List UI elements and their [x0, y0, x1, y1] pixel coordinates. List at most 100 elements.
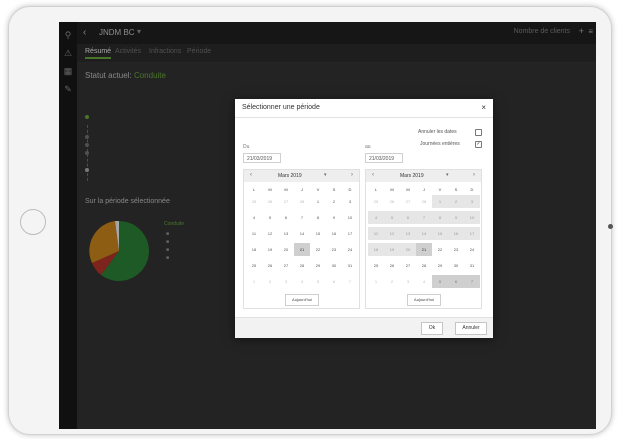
calendar-day[interactable]: 16 [448, 227, 464, 240]
calendar-day[interactable]: 26 [384, 195, 400, 208]
calendar-day[interactable]: 21 [294, 243, 310, 256]
calendar-day[interactable]: 7 [416, 211, 432, 224]
calendar-day[interactable]: 8 [432, 211, 448, 224]
calendar-day[interactable]: 4 [294, 275, 310, 288]
from-date-input[interactable]: 21/03/2019 [243, 153, 281, 163]
reset-dates-checkbox[interactable] [475, 129, 482, 136]
calendar-day[interactable]: 2 [384, 275, 400, 288]
calendar-day[interactable]: 5 [432, 275, 448, 288]
calendar-day[interactable]: 28 [294, 195, 310, 208]
calendar-day[interactable]: 9 [448, 211, 464, 224]
chevron-right-icon[interactable]: › [473, 172, 475, 178]
calendar-day[interactable]: 14 [294, 227, 310, 240]
calendar-day[interactable]: 2 [262, 275, 278, 288]
calendar-day[interactable]: 20 [400, 243, 416, 256]
calendar-day[interactable]: 23 [326, 243, 342, 256]
calendar-day[interactable]: 31 [464, 259, 480, 272]
calendar-day[interactable]: 25 [368, 195, 384, 208]
calendar-day[interactable]: 22 [432, 243, 448, 256]
calendar-day[interactable]: 2 [448, 195, 464, 208]
chevron-left-icon[interactable]: ‹ [250, 172, 252, 178]
calendar-day[interactable]: 6 [278, 211, 294, 224]
calendar-day[interactable]: 25 [368, 259, 384, 272]
calendar-day[interactable]: 7 [342, 275, 358, 288]
calendar-day[interactable]: 15 [310, 227, 326, 240]
chevron-left-icon[interactable]: ‹ [372, 172, 374, 178]
calendar-day[interactable]: 5 [262, 211, 278, 224]
calendar-day[interactable]: 2 [326, 195, 342, 208]
calendar-day[interactable]: 3 [278, 275, 294, 288]
calendar-day[interactable]: 24 [342, 243, 358, 256]
calendar-day[interactable]: 19 [384, 243, 400, 256]
close-icon[interactable]: × [481, 103, 486, 112]
calendar-day[interactable]: 26 [384, 259, 400, 272]
calendar-day[interactable]: 29 [310, 259, 326, 272]
home-button[interactable] [20, 209, 46, 235]
calendar-day[interactable]: 1 [310, 195, 326, 208]
calendar-day[interactable]: 28 [416, 259, 432, 272]
calendar-day[interactable]: 1 [368, 275, 384, 288]
calendar-day[interactable]: 27 [400, 259, 416, 272]
ok-button[interactable]: Ok [421, 322, 443, 335]
calendar-day[interactable]: 30 [326, 259, 342, 272]
calendar-day[interactable]: 22 [310, 243, 326, 256]
calendar-day[interactable]: 3 [464, 195, 480, 208]
calendar-day[interactable]: 19 [262, 243, 278, 256]
calendar-day[interactable]: 8 [310, 211, 326, 224]
calendar-day[interactable]: 18 [246, 243, 262, 256]
calendar-day[interactable]: 15 [432, 227, 448, 240]
calendar-day[interactable]: 4 [246, 211, 262, 224]
calendar-day[interactable]: 16 [326, 227, 342, 240]
calendar-day[interactable]: 6 [448, 275, 464, 288]
calendar-month[interactable]: Mars 2019 [400, 173, 424, 179]
calendar-day[interactable]: 10 [342, 211, 358, 224]
chevron-down-icon[interactable]: ▾ [446, 172, 449, 178]
to-date-input[interactable]: 21/03/2019 [365, 153, 403, 163]
calendar-day[interactable]: 3 [400, 275, 416, 288]
calendar-day[interactable]: 5 [384, 211, 400, 224]
calendar-day[interactable]: 10 [464, 211, 480, 224]
calendar-day[interactable]: 7 [294, 211, 310, 224]
calendar-day[interactable]: 27 [278, 195, 294, 208]
calendar-day[interactable]: 13 [278, 227, 294, 240]
calendar-day[interactable]: 21 [416, 243, 432, 256]
calendar-day[interactable]: 25 [246, 195, 262, 208]
calendar-day[interactable]: 12 [262, 227, 278, 240]
calendar-day[interactable]: 26 [262, 259, 278, 272]
today-button[interactable]: Aujourd'hui [285, 294, 319, 306]
calendar-day[interactable]: 17 [464, 227, 480, 240]
calendar-day[interactable]: 29 [432, 259, 448, 272]
calendar-day[interactable]: 6 [326, 275, 342, 288]
calendar-day[interactable]: 25 [246, 259, 262, 272]
calendar-day[interactable]: 24 [464, 243, 480, 256]
calendar-day[interactable]: 30 [448, 259, 464, 272]
calendar-day[interactable]: 4 [416, 275, 432, 288]
today-button[interactable]: Aujourd'hui [407, 294, 441, 306]
calendar-day[interactable]: 14 [416, 227, 432, 240]
calendar-day[interactable]: 9 [326, 211, 342, 224]
calendar-day[interactable]: 5 [310, 275, 326, 288]
calendar-day[interactable]: 4 [368, 211, 384, 224]
calendar-day[interactable]: 3 [342, 195, 358, 208]
calendar-day[interactable]: 28 [416, 195, 432, 208]
calendar-day[interactable]: 13 [400, 227, 416, 240]
calendar-day[interactable]: 26 [262, 195, 278, 208]
calendar-day[interactable]: 11 [246, 227, 262, 240]
calendar-day[interactable]: 31 [342, 259, 358, 272]
cancel-button[interactable]: Annuler [455, 322, 487, 335]
calendar-day[interactable]: 27 [400, 195, 416, 208]
calendar-day[interactable]: 11 [368, 227, 384, 240]
calendar-day[interactable]: 6 [400, 211, 416, 224]
calendar-day[interactable]: 20 [278, 243, 294, 256]
chevron-down-icon[interactable]: ▾ [324, 172, 327, 178]
calendar-day[interactable]: 18 [368, 243, 384, 256]
calendar-day[interactable]: 12 [384, 227, 400, 240]
chevron-right-icon[interactable]: › [351, 172, 353, 178]
calendar-month[interactable]: Mars 2019 [278, 173, 302, 179]
calendar-day[interactable]: 17 [342, 227, 358, 240]
calendar-day[interactable]: 27 [278, 259, 294, 272]
full-days-checkbox[interactable]: ✓ [475, 141, 482, 148]
calendar-day[interactable]: 23 [448, 243, 464, 256]
calendar-day[interactable]: 28 [294, 259, 310, 272]
calendar-day[interactable]: 1 [432, 195, 448, 208]
